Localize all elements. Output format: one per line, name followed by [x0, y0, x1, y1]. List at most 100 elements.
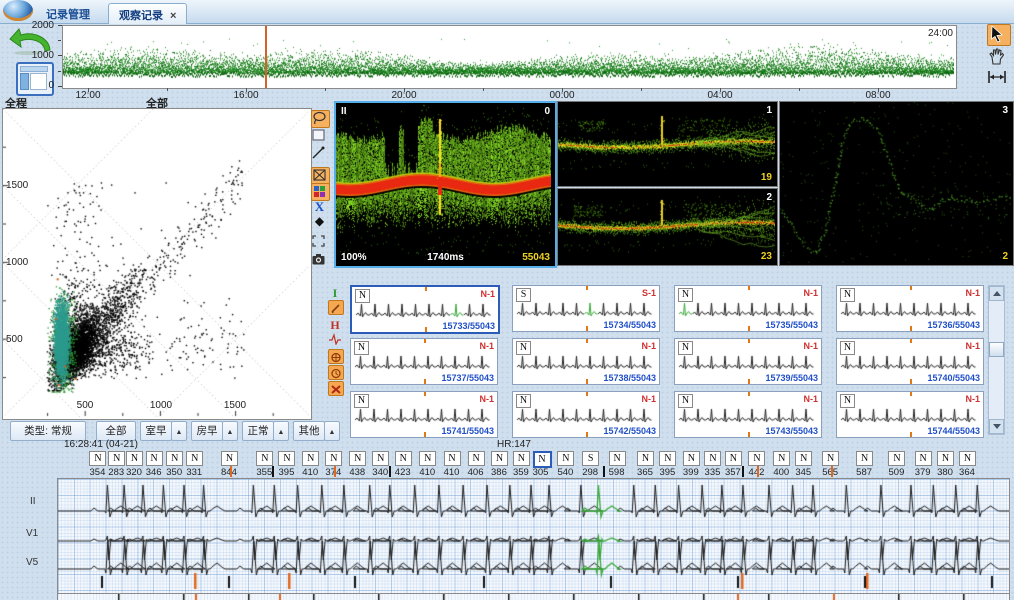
- beat-label-badge[interactable]: N: [325, 451, 342, 466]
- template-strip[interactable]: S S-1 15734/55043: [512, 285, 660, 332]
- beat-label-badge[interactable]: N: [888, 451, 905, 466]
- beat-label-badge[interactable]: N: [108, 451, 125, 466]
- beat-label-badge[interactable]: N: [959, 451, 976, 466]
- beat-label-badge[interactable]: N: [856, 451, 873, 466]
- beat-label-badge[interactable]: N: [419, 451, 436, 466]
- beat-label-badge[interactable]: N: [491, 451, 508, 466]
- beat-label-badge[interactable]: N: [773, 451, 790, 466]
- ecg-next-strip[interactable]: [57, 593, 1010, 600]
- template-strip[interactable]: N N-1 15736/55043: [836, 285, 984, 332]
- ibeam-icon[interactable]: I: [328, 284, 342, 297]
- beat-label-badge[interactable]: N: [349, 451, 366, 466]
- beat-label-badge[interactable]: N: [683, 451, 700, 466]
- beat-label-badge[interactable]: N: [372, 451, 389, 466]
- filter-normal-arrow[interactable]: ▲: [273, 421, 289, 441]
- beat-label-badge[interactable]: N: [256, 451, 273, 466]
- beat-label-badge[interactable]: N: [302, 451, 319, 466]
- beat-label-badge[interactable]: S: [582, 451, 599, 466]
- superimposition-canvas[interactable]: [336, 103, 551, 262]
- template-strip[interactable]: N N-1 15740/55043: [836, 338, 984, 385]
- beat-label-badge[interactable]: N: [126, 451, 143, 466]
- scatter-xtick: 1500: [217, 400, 253, 411]
- beat-label-badge[interactable]: N: [146, 451, 163, 466]
- template-strip[interactable]: N N-1 15733/55043: [350, 285, 500, 334]
- scroll-up-arrow[interactable]: [989, 286, 1004, 301]
- delete-cross-icon[interactable]: [328, 381, 344, 396]
- trend-xlabel: 20:00: [382, 90, 426, 101]
- template-strip[interactable]: N N-1 15739/55043: [674, 338, 822, 385]
- template-scrollbar[interactable]: [988, 285, 1005, 435]
- filter-pac-arrow[interactable]: ▲: [222, 421, 238, 441]
- diamond-icon[interactable]: ◆: [311, 214, 328, 230]
- beat-label-badge[interactable]: N: [166, 451, 183, 466]
- beat-label-badge[interactable]: N: [915, 451, 932, 466]
- expand-icon[interactable]: [311, 234, 328, 250]
- filter-normal-button[interactable]: 正常: [242, 421, 274, 441]
- filter-pvc-button[interactable]: 室早: [140, 421, 172, 441]
- tab-observation-record[interactable]: 观察记录×: [108, 3, 187, 24]
- template-strip[interactable]: N N-1 15744/55043: [836, 391, 984, 438]
- trend-cursor-line[interactable]: [265, 26, 267, 88]
- filter-pvc-arrow[interactable]: ▲: [171, 421, 187, 441]
- scroll-down-arrow[interactable]: [989, 419, 1004, 434]
- density-canvas-2[interactable]: [558, 189, 775, 263]
- pointer-tool-icon[interactable]: [987, 24, 1011, 46]
- scrollbar-thumb[interactable]: [989, 342, 1004, 357]
- beat-label-badge[interactable]: N: [659, 451, 676, 466]
- superimposition-panel[interactable]: II 0 100% 1740ms 55043: [334, 101, 557, 268]
- template-strip[interactable]: N N-1 15735/55043: [674, 285, 822, 332]
- template-strip[interactable]: N N-1 15742/55043: [512, 391, 660, 438]
- density-canvas-3[interactable]: [780, 102, 1011, 263]
- filter-pac-button[interactable]: 房早: [191, 421, 223, 441]
- filter-all-button[interactable]: 全部: [96, 421, 136, 441]
- density-panel-1[interactable]: 1 19: [557, 101, 778, 187]
- density-panel-2[interactable]: 2 23: [557, 188, 778, 266]
- template-strip[interactable]: N N-1 15741/55043: [350, 391, 498, 438]
- rr-trend-chart[interactable]: 24:00: [62, 25, 957, 89]
- snapshot-camera-icon[interactable]: [311, 252, 328, 268]
- history-clock-icon[interactable]: [328, 365, 344, 380]
- lasso-select-icon[interactable]: [311, 110, 330, 128]
- beat-label-badge[interactable]: N: [557, 451, 574, 466]
- beat-label-badge[interactable]: N: [468, 451, 485, 466]
- density-panel-3[interactable]: 3 2: [779, 101, 1014, 266]
- beat-label-badge[interactable]: N: [395, 451, 412, 466]
- ecg-canvas[interactable]: [58, 479, 1009, 593]
- edit-pencil-icon[interactable]: [328, 300, 344, 315]
- line-tool-icon[interactable]: [311, 146, 328, 162]
- pan-hand-tool-icon[interactable]: [987, 47, 1009, 67]
- rr-trend-canvas[interactable]: [63, 26, 954, 86]
- beat-label-badge[interactable]: N: [89, 451, 106, 466]
- beat-label-badge[interactable]: N: [513, 451, 530, 466]
- caliper-icon[interactable]: H: [328, 316, 342, 329]
- ecg-strip-viewer[interactable]: [57, 478, 1010, 594]
- merge-target-icon[interactable]: [328, 349, 344, 364]
- filter-other-button[interactable]: 其他: [293, 421, 325, 441]
- beat-label-badge[interactable]: N: [725, 451, 742, 466]
- measure-width-tool-icon[interactable]: [987, 69, 1009, 89]
- density-canvas-1[interactable]: [558, 102, 775, 184]
- beat-label-badge[interactable]: N: [221, 451, 238, 466]
- beat-label-badge[interactable]: N: [637, 451, 654, 466]
- beat-label-badge[interactable]: N: [937, 451, 954, 466]
- beat-label-badge[interactable]: N: [748, 451, 765, 466]
- beat-label-badge[interactable]: N: [533, 451, 552, 468]
- poincare-scatter-plot[interactable]: 1500 1000 500 500 1000 1500: [2, 108, 312, 420]
- beat-label-badge[interactable]: N: [186, 451, 203, 466]
- filter-other-arrow[interactable]: ▲: [324, 421, 340, 441]
- waveform-icon[interactable]: [328, 332, 342, 345]
- beat-label-badge[interactable]: N: [444, 451, 461, 466]
- beat-label-badge[interactable]: N: [704, 451, 721, 466]
- poincare-canvas[interactable]: [3, 109, 309, 417]
- template-strip[interactable]: N N-1 15743/55043: [674, 391, 822, 438]
- beat-label-badge[interactable]: N: [795, 451, 812, 466]
- beat-label-badge[interactable]: N: [278, 451, 295, 466]
- template-strip[interactable]: N N-1 15738/55043: [512, 338, 660, 385]
- clear-x-icon[interactable]: X: [311, 199, 328, 215]
- type-button[interactable]: 类型: 常规: [10, 421, 86, 441]
- beat-label-badge[interactable]: N: [609, 451, 626, 466]
- beat-label-badge[interactable]: N: [822, 451, 839, 466]
- tab-close-icon[interactable]: ×: [170, 10, 176, 22]
- rect-select-icon[interactable]: [311, 128, 328, 144]
- template-strip[interactable]: N N-1 15737/55043: [350, 338, 498, 385]
